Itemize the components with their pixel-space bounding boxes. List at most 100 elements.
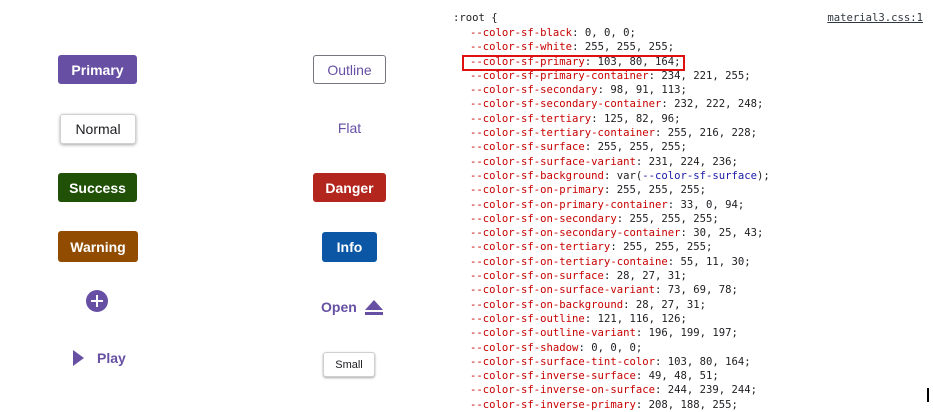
- css-value: 28, 27, 31;: [616, 270, 687, 283]
- open-button-label: Open: [321, 299, 357, 315]
- css-declaration[interactable]: --color-sf-shadow: 0, 0, 0;: [470, 341, 770, 355]
- css-value: 255, 255, 255;: [597, 141, 687, 154]
- css-declaration[interactable]: --color-sf-background: var(--color-sf-su…: [470, 169, 770, 183]
- css-value: 49, 48, 51;: [648, 370, 719, 383]
- css-value: 103, 80, 164;: [667, 355, 751, 368]
- css-declaration[interactable]: --color-sf-outline: 121, 116, 126;: [470, 312, 770, 326]
- css-declaration[interactable]: --color-sf-surface-tint-color: 103, 80, …: [470, 355, 770, 369]
- css-value: 208, 188, 255;: [648, 398, 738, 411]
- css-value: 125, 82, 96;: [603, 112, 681, 125]
- css-declaration[interactable]: --color-sf-secondary: 98, 91, 113;: [470, 83, 770, 97]
- flat-button[interactable]: Flat: [313, 113, 386, 143]
- css-value: var(--color-sf-surface);: [616, 169, 770, 182]
- css-declaration[interactable]: --color-sf-on-tertiary-containe: 55, 11,…: [470, 255, 770, 269]
- scrollbar[interactable]: [927, 388, 929, 402]
- open-button[interactable]: Open: [321, 297, 383, 317]
- css-value: 255, 255, 255;: [629, 212, 719, 225]
- css-value: 231, 224, 236;: [648, 155, 738, 168]
- css-property: --color-sf-shadow: [470, 341, 579, 354]
- css-property: --color-sf-on-primary-container: [470, 198, 668, 211]
- info-button[interactable]: Info: [322, 232, 377, 262]
- play-button-label: Play: [97, 350, 126, 366]
- css-property: --color-sf-inverse-surface: [470, 370, 636, 383]
- stylesheet-source-link[interactable]: material3.css:1: [827, 12, 923, 24]
- css-selector: :root {: [453, 12, 498, 24]
- css-property: --color-sf-on-secondary-container: [470, 227, 681, 240]
- play-icon: [73, 350, 84, 366]
- add-button[interactable]: [85, 289, 109, 313]
- normal-button[interactable]: Normal: [60, 114, 136, 144]
- small-button[interactable]: Small: [323, 352, 375, 377]
- css-property: --color-sf-white: [470, 41, 573, 54]
- css-value: 255, 255, 255;: [623, 241, 713, 254]
- css-declaration[interactable]: --color-sf-tertiary-container: 255, 216,…: [470, 126, 770, 140]
- css-declaration[interactable]: --color-sf-surface: 255, 255, 255;: [470, 140, 770, 154]
- css-property: --color-sf-background: [470, 169, 604, 182]
- css-property: --color-sf-on-tertiary: [470, 241, 611, 254]
- add-circle-icon: [86, 290, 108, 312]
- css-property: --color-sf-on-background: [470, 298, 624, 311]
- css-property: --color-sf-surface: [470, 141, 585, 154]
- css-declaration[interactable]: --color-sf-on-primary: 255, 255, 255;: [470, 183, 770, 197]
- css-value: 28, 27, 31;: [635, 298, 707, 311]
- css-value: 73, 69, 78;: [667, 284, 738, 297]
- css-declaration[interactable]: --color-sf-on-surface-variant: 73, 69, 7…: [470, 283, 770, 297]
- css-property: --color-sf-on-primary: [470, 184, 604, 197]
- primary-button[interactable]: Primary: [58, 55, 137, 84]
- outline-button[interactable]: Outline: [313, 55, 386, 84]
- css-property: --color-sf-inverse-primary: [470, 398, 636, 411]
- css-property: --color-sf-on-surface: [470, 270, 604, 283]
- css-property: --color-sf-outline-variant: [470, 327, 636, 340]
- css-value: 255, 255, 255;: [616, 184, 706, 197]
- css-value: 255, 216, 228;: [667, 127, 758, 140]
- css-declaration[interactable]: --color-sf-inverse-surface: 49, 48, 51;: [470, 369, 770, 383]
- css-property: --color-sf-on-secondary: [470, 212, 617, 225]
- css-value: 55, 11, 30;: [680, 255, 751, 268]
- css-property: --color-sf-tertiary: [470, 112, 592, 125]
- css-property: --color-sf-outline: [470, 312, 585, 325]
- css-property: --color-sf-tertiary-container: [470, 127, 655, 140]
- css-value: 98, 91, 113;: [610, 84, 687, 97]
- css-declaration[interactable]: --color-sf-tertiary: 125, 82, 96;: [470, 112, 770, 126]
- css-value: 234, 221, 255;: [661, 69, 751, 82]
- css-declaration[interactable]: --color-sf-white: 255, 255, 255;: [470, 40, 770, 54]
- css-property: --color-sf-primary-container: [470, 69, 649, 82]
- css-value: 33, 0, 94;: [680, 198, 745, 211]
- play-button[interactable]: Play: [73, 348, 126, 368]
- css-property: --color-sf-surface-variant: [470, 155, 636, 168]
- css-property: --color-sf-surface-tint-color: [470, 355, 655, 368]
- css-value: 0, 0, 0;: [584, 27, 636, 39]
- highlight-box: [462, 55, 685, 71]
- css-declaration[interactable]: --color-sf-on-secondary-container: 30, 2…: [470, 226, 770, 240]
- css-declaration[interactable]: --color-sf-inverse-primary: 208, 188, 25…: [470, 398, 770, 412]
- css-value: 244, 239, 244;: [667, 384, 758, 397]
- danger-button[interactable]: Danger: [313, 173, 386, 202]
- eject-icon: [364, 299, 383, 315]
- css-declaration[interactable]: --color-sf-on-primary-container: 33, 0, …: [470, 198, 770, 212]
- css-declaration[interactable]: --color-sf-inverse-on-surface: 244, 239,…: [470, 383, 770, 397]
- css-value: 232, 222, 248;: [674, 98, 764, 111]
- css-value: 0, 0, 0;: [591, 341, 643, 354]
- css-property: --color-sf-black: [470, 27, 573, 39]
- css-value: 255, 255, 255;: [584, 41, 675, 54]
- css-declaration[interactable]: --color-sf-on-background: 28, 27, 31;: [470, 298, 770, 312]
- declaration-list: --color-sf-black: 0, 0, 0; --color-sf-whi…: [470, 26, 770, 412]
- css-property: --color-sf-secondary: [470, 84, 598, 97]
- css-declaration[interactable]: --color-sf-on-tertiary: 255, 255, 255;: [470, 240, 770, 254]
- css-property: --color-sf-on-surface-variant: [470, 284, 655, 297]
- css-property: --color-sf-on-tertiary-containe: [470, 255, 668, 268]
- css-value: 196, 199, 197;: [648, 327, 738, 340]
- css-declaration[interactable]: --color-sf-primary-container: 234, 221, …: [470, 69, 770, 83]
- success-button[interactable]: Success: [58, 173, 137, 202]
- css-declaration[interactable]: --color-sf-secondary-container: 232, 222…: [470, 97, 770, 111]
- css-declaration[interactable]: --color-sf-black: 0, 0, 0;: [470, 26, 770, 40]
- css-declaration[interactable]: --color-sf-on-surface: 28, 27, 31;: [470, 269, 770, 283]
- css-declaration[interactable]: --color-sf-surface-variant: 231, 224, 23…: [470, 155, 770, 169]
- css-property: --color-sf-inverse-on-surface: [470, 384, 655, 397]
- css-value: 30, 25, 43;: [693, 227, 764, 240]
- css-value: 121, 116, 126;: [597, 312, 687, 325]
- css-declaration[interactable]: --color-sf-on-secondary: 255, 255, 255;: [470, 212, 770, 226]
- css-declaration[interactable]: --color-sf-outline-variant: 196, 199, 19…: [470, 326, 770, 340]
- css-property: --color-sf-secondary-container: [470, 98, 662, 111]
- warning-button[interactable]: Warning: [58, 231, 138, 262]
